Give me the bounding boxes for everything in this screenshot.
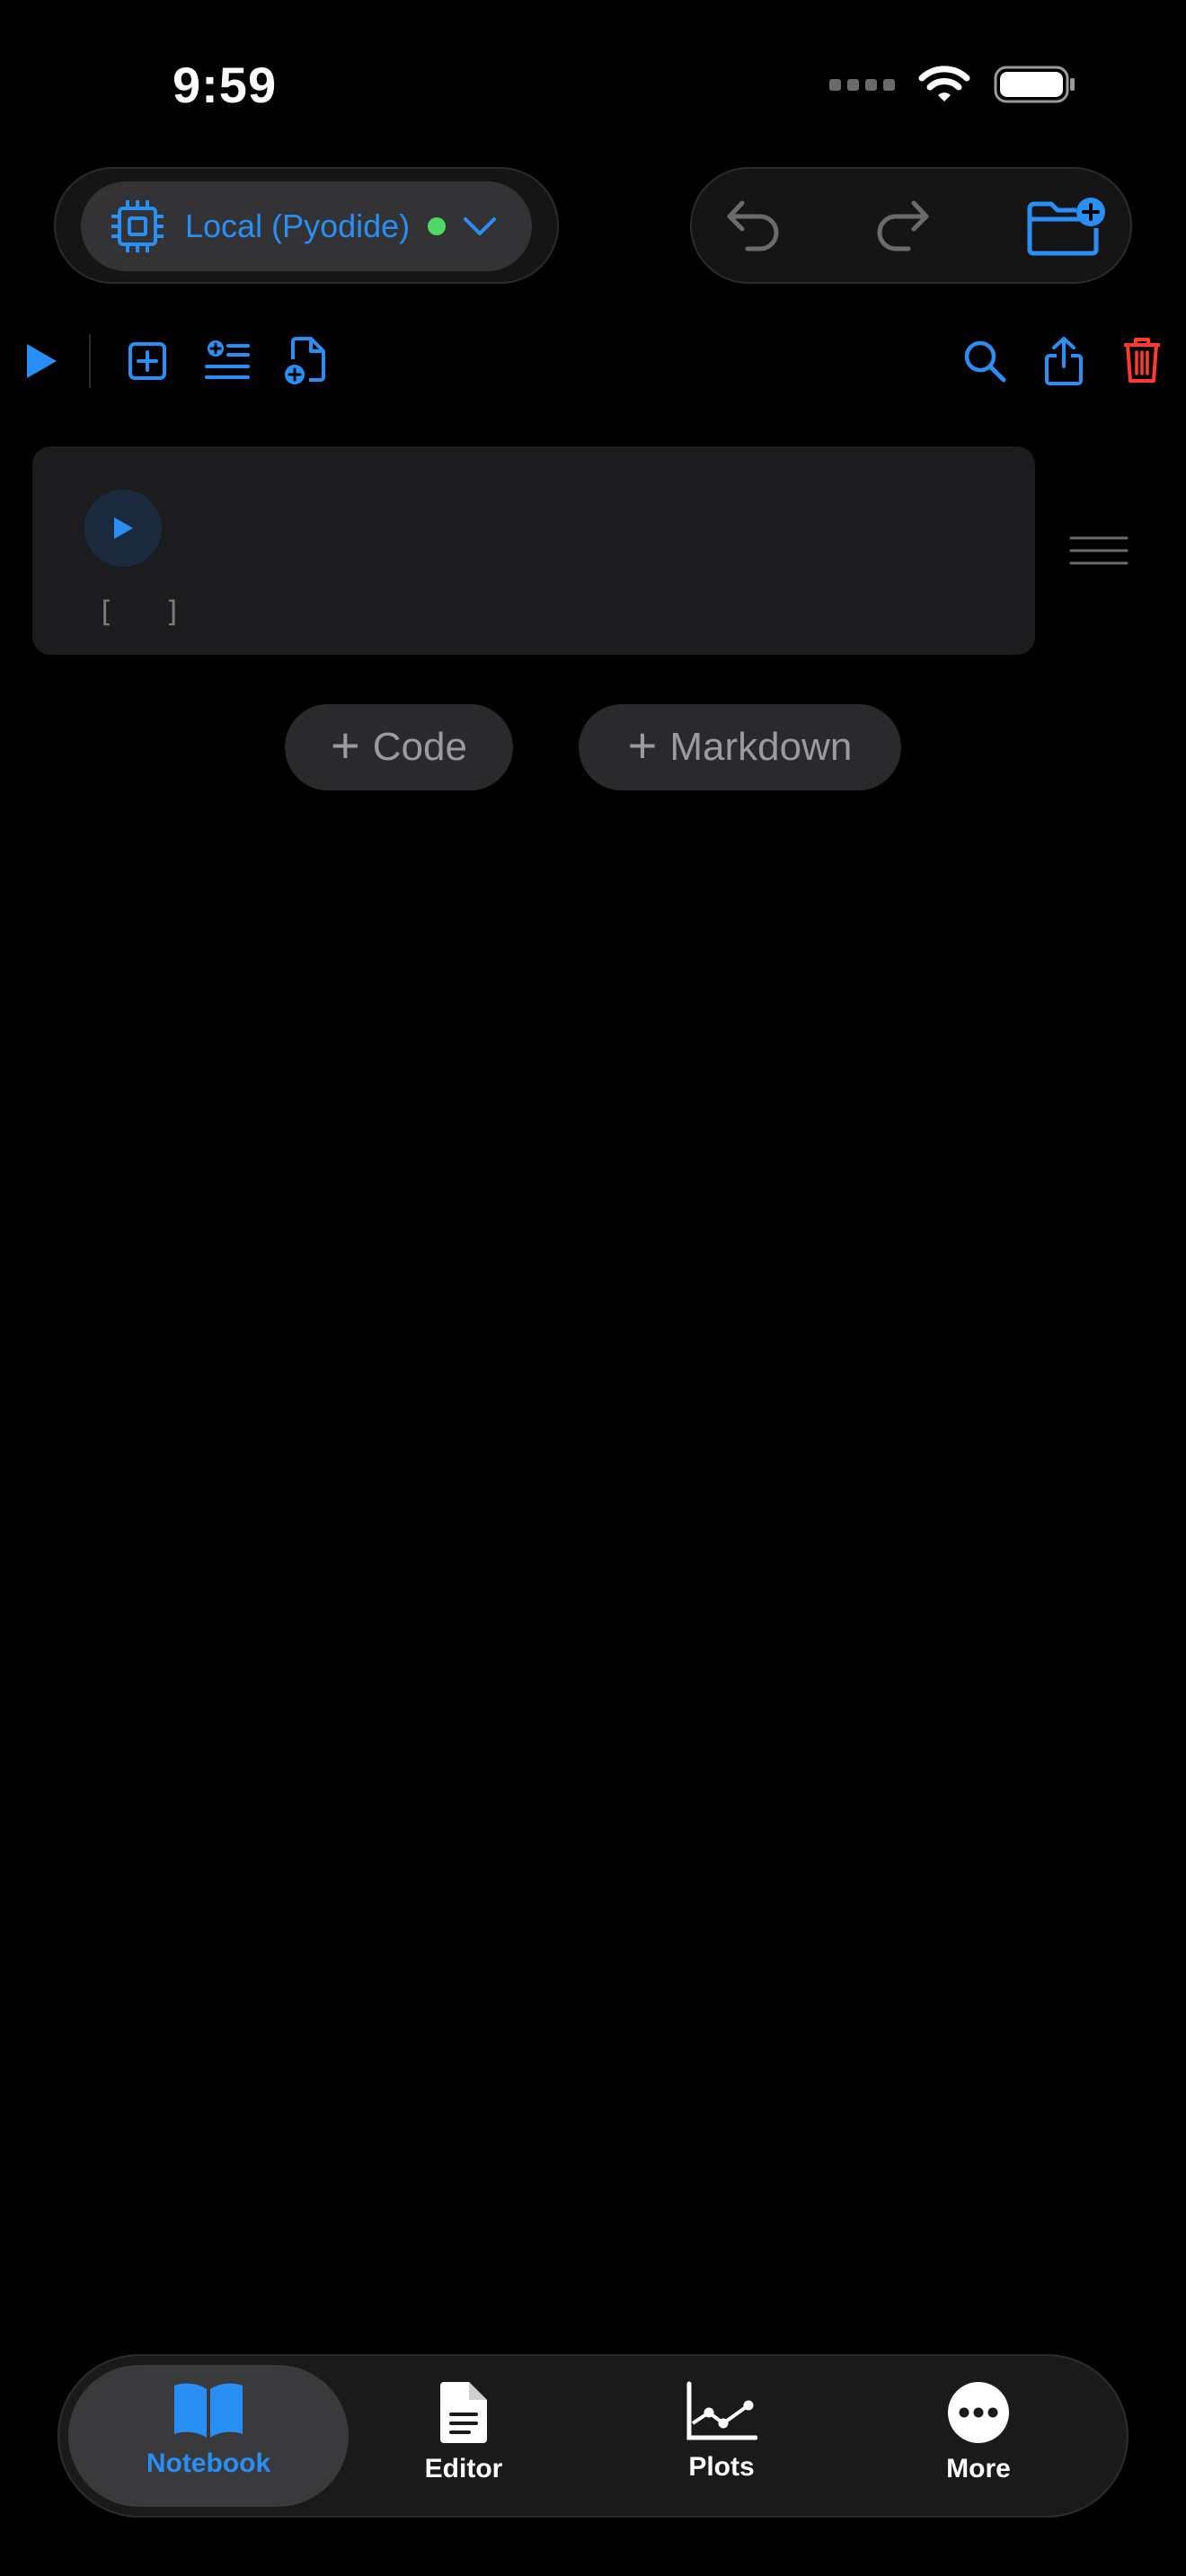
status-time: 9:59 bbox=[173, 57, 278, 113]
chart-line-icon bbox=[686, 2381, 757, 2440]
ellipsis-circle-icon bbox=[948, 2382, 1009, 2443]
tab-label-notebook: Notebook bbox=[146, 2448, 271, 2478]
new-file-button[interactable] bbox=[282, 336, 327, 386]
plus-icon: + bbox=[331, 717, 360, 773]
book-icon bbox=[174, 2383, 243, 2438]
search-icon bbox=[964, 340, 1006, 383]
play-icon bbox=[27, 344, 57, 378]
battery-icon bbox=[994, 66, 1075, 103]
add-markdown-label: Markdown bbox=[669, 725, 853, 769]
add-cell-icon bbox=[128, 342, 166, 380]
kernel-status-indicator bbox=[428, 217, 447, 235]
chevron-down-icon bbox=[464, 217, 497, 235]
play-icon bbox=[114, 517, 133, 539]
redo-button[interactable] bbox=[874, 198, 932, 253]
cellular-signal-icon bbox=[829, 78, 895, 91]
add-code-cell-button[interactable]: + Code bbox=[285, 704, 513, 790]
undo-button[interactable] bbox=[724, 198, 782, 253]
cell-drag-handle[interactable] bbox=[1069, 535, 1128, 566]
run-all-button[interactable] bbox=[23, 341, 59, 381]
plus-icon: + bbox=[627, 717, 658, 773]
tab-label-more: More bbox=[946, 2454, 1011, 2483]
tab-editor[interactable]: Editor bbox=[356, 2380, 571, 2484]
wifi-icon bbox=[918, 66, 970, 101]
share-button[interactable] bbox=[1044, 336, 1084, 386]
add-code-label: Code bbox=[372, 725, 467, 769]
add-markdown-cell-button[interactable]: + Markdown bbox=[579, 704, 901, 790]
trash-icon bbox=[1124, 338, 1160, 383]
delete-button[interactable] bbox=[1122, 336, 1162, 384]
toolbar-divider bbox=[89, 334, 91, 388]
tab-plots[interactable]: Plots bbox=[614, 2380, 829, 2483]
tab-notebook[interactable]: Notebook bbox=[101, 2380, 316, 2479]
run-cell-button[interactable] bbox=[84, 490, 162, 567]
kernel-name: Local (Pyodide) bbox=[185, 207, 411, 244]
tab-label-plots: Plots bbox=[688, 2452, 755, 2482]
new-document-icon bbox=[285, 337, 325, 384]
tab-more[interactable]: More bbox=[871, 2380, 1086, 2484]
tab-label-editor: Editor bbox=[424, 2454, 503, 2483]
search-button[interactable] bbox=[963, 340, 1006, 383]
insert-list-icon bbox=[205, 340, 250, 379]
document-icon bbox=[440, 2382, 487, 2443]
redo-icon bbox=[877, 200, 929, 251]
status-indicators bbox=[829, 65, 1076, 104]
execution-count: [ ] bbox=[97, 595, 198, 629]
share-icon bbox=[1045, 337, 1083, 385]
undo-icon bbox=[727, 200, 779, 251]
kernel-selector-button[interactable]: Local (Pyodide) bbox=[81, 181, 532, 271]
cpu-icon bbox=[111, 200, 164, 252]
folder-add-icon bbox=[1027, 198, 1105, 256]
add-cell-button[interactable] bbox=[128, 341, 167, 381]
new-folder-button[interactable] bbox=[1026, 196, 1107, 257]
drag-handle-icon bbox=[1069, 536, 1128, 565]
insert-cell-below-button[interactable] bbox=[205, 340, 250, 381]
